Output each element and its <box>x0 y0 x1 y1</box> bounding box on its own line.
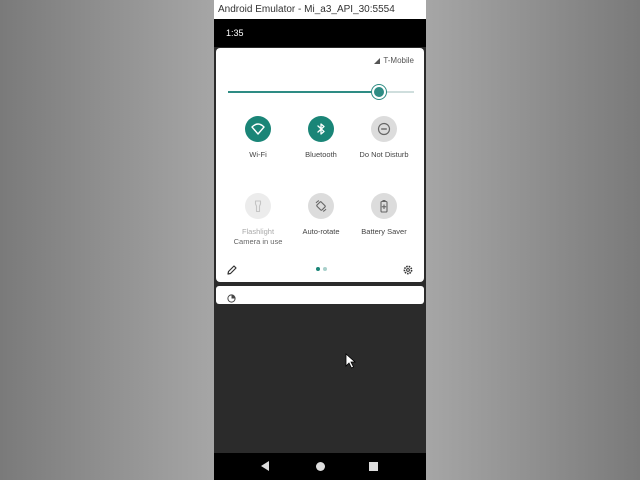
emulator-window: Android Emulator - Mi_a3_API_30:5554 1:3… <box>214 0 426 480</box>
auto-rotate-tile-button[interactable] <box>308 193 334 219</box>
settings-gear-icon[interactable] <box>402 263 414 275</box>
brightness-thumb[interactable] <box>372 85 386 99</box>
brightness-fill <box>228 91 379 93</box>
tile-bluetooth[interactable]: Bluetooth <box>286 116 356 160</box>
flashlight-tile-button[interactable] <box>245 193 271 219</box>
do-not-disturb-icon <box>377 122 391 136</box>
tile-auto-rotate[interactable]: Auto-rotate <box>286 193 356 237</box>
wifi-tile-button[interactable] <box>245 116 271 142</box>
tile-label: Battery Saver <box>361 227 407 236</box>
bluetooth-icon <box>317 123 325 135</box>
brightness-slider[interactable] <box>228 84 414 100</box>
edit-icon[interactable] <box>226 263 238 275</box>
bluetooth-tile-button[interactable] <box>308 116 334 142</box>
page-dot-active <box>316 267 320 271</box>
tile-label: Wi-Fi <box>249 150 267 159</box>
tile-do-not-disturb[interactable]: Do Not Disturb <box>349 116 419 160</box>
auto-rotate-icon <box>315 200 327 212</box>
mouse-cursor-icon <box>345 353 357 369</box>
battery-saver-tile-button[interactable] <box>371 193 397 219</box>
tile-sublabel: Camera in use <box>233 237 283 246</box>
battery-saver-icon <box>380 200 388 213</box>
tile-flashlight[interactable]: Flashlight Camera in use <box>223 193 293 247</box>
tile-label: Bluetooth <box>305 150 337 159</box>
tile-label: Do Not Disturb <box>359 150 409 159</box>
window-title: Android Emulator - Mi_a3_API_30:5554 <box>214 0 426 19</box>
background-right <box>426 0 640 480</box>
signal-icon <box>374 57 381 64</box>
do-not-disturb-tile-button[interactable] <box>371 116 397 142</box>
page-indicator <box>316 267 327 271</box>
notification-row[interactable] <box>216 286 424 304</box>
tile-battery-saver[interactable]: Battery Saver <box>349 193 419 237</box>
background-left <box>0 0 214 480</box>
quick-settings-panel: T-Mobile Wi-Fi Bluetooth Do Not Disturb … <box>216 48 424 282</box>
notification-app-icon <box>227 290 236 303</box>
back-icon[interactable] <box>261 461 269 471</box>
carrier-name: T-Mobile <box>383 56 414 65</box>
flashlight-icon <box>254 200 262 213</box>
tile-label: Flashlight <box>241 227 275 236</box>
wifi-icon <box>251 123 265 135</box>
navigation-bar <box>214 453 426 480</box>
status-bar: 1:35 <box>214 19 426 47</box>
tile-wifi[interactable]: Wi-Fi <box>223 116 293 160</box>
home-icon[interactable] <box>316 462 325 471</box>
status-time: 1:35 <box>226 28 244 38</box>
recents-icon[interactable] <box>369 462 378 471</box>
tile-label: Auto-rotate <box>302 227 340 236</box>
carrier-info: T-Mobile <box>374 56 414 65</box>
page-dot <box>323 267 327 271</box>
